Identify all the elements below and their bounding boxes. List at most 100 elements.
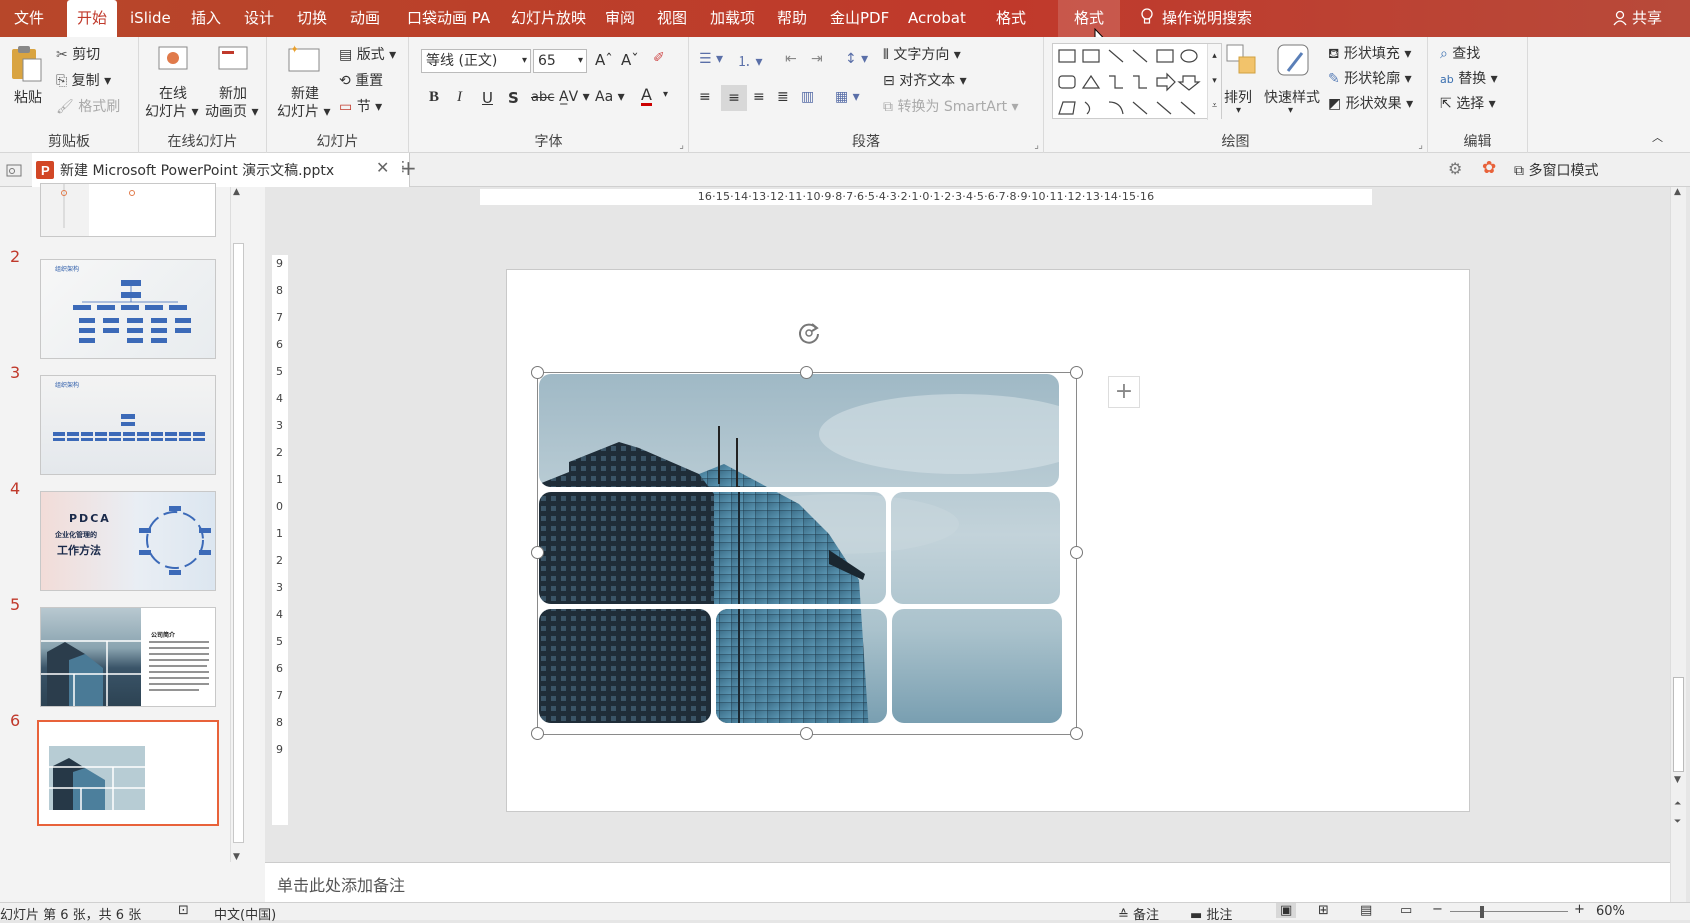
slide-thumbnail-3[interactable]: 组织架构 [40, 375, 216, 475]
menu-view[interactable]: 视图 [651, 0, 693, 37]
bullets-icon[interactable]: ☰ ▾ [699, 51, 723, 67]
resize-handle-l[interactable] [531, 546, 544, 559]
copy-button[interactable]: ⎘ 复制 ▾ [56, 70, 111, 90]
scroll-down-icon[interactable]: ▼ [233, 852, 240, 862]
replace-button[interactable]: ab 替换 ▾ [1440, 68, 1498, 88]
menu-islide[interactable]: iSlide [124, 0, 177, 37]
paste-button[interactable]: 粘贴 [8, 43, 48, 121]
convert-smartart-button[interactable]: ⧉ 转换为 SmartArt ▾ [883, 96, 1019, 116]
resize-handle-tr[interactable] [1070, 366, 1083, 379]
rotate-handle-icon[interactable] [796, 320, 822, 346]
bold-icon[interactable]: B [429, 89, 439, 106]
menu-animations[interactable]: 动画 [344, 0, 386, 37]
notes-placeholder[interactable]: 单击此处添加备注 [277, 872, 405, 896]
text-direction-button[interactable]: ⫴ 文字方向 ▾ [883, 44, 961, 64]
slide-thumbnail-6[interactable] [37, 720, 219, 826]
find-button[interactable]: ⌕ 查找 [1440, 43, 1480, 63]
clear-format-icon[interactable]: ✐ [653, 50, 665, 66]
next-slide-icon[interactable]: ⏷ [1674, 817, 1681, 827]
columns-icon[interactable]: ▦ ▾ [835, 89, 860, 105]
gallery-scroll[interactable]: ▴ ▾ ⩡ [1207, 44, 1221, 120]
shapes-gallery[interactable]: ▴ ▾ ⩡ [1052, 43, 1222, 120]
font-size-select[interactable]: 65 ▾ [533, 49, 587, 73]
line-spacing-icon[interactable]: ↕ ▾ [845, 51, 868, 67]
zoom-in-icon[interactable]: + [1574, 902, 1585, 917]
spellcheck-icon[interactable]: ⊡ [178, 903, 189, 918]
menu-search[interactable]: 操作说明搜索 [1134, 0, 1258, 37]
menu-acrobat[interactable]: Acrobat [902, 0, 972, 37]
chevron-down-icon[interactable]: ▾ [663, 89, 668, 100]
dialog-launcher-icon[interactable]: ⌟ [1034, 140, 1039, 151]
underline-icon[interactable]: U [482, 89, 493, 107]
pin-icon[interactable]: ⚙ [1448, 159, 1462, 178]
decrease-font-icon[interactable]: Aˇ [621, 51, 639, 69]
online-slide-button[interactable]: 在线 幻灯片 ▾ [145, 43, 205, 123]
menu-file[interactable]: 文件 [8, 0, 50, 37]
quick-styles-button[interactable]: 快速样式 ▾ [1262, 43, 1324, 123]
collapse-ribbon-icon[interactable]: ︿ [1652, 129, 1663, 145]
document-tab[interactable]: P 新建 Microsoft PowerPoint 演示文稿.pptx ✕ ⋮ [32, 153, 410, 187]
slide-thumbnail-1[interactable] [40, 183, 216, 237]
format-painter-button[interactable]: 🖌 格式刷 [56, 96, 120, 116]
align-text-button[interactable]: ⊟ 对齐文本 ▾ [883, 70, 967, 90]
menu-design[interactable]: 设计 [238, 0, 280, 37]
italic-icon[interactable]: I [457, 89, 462, 106]
scroll-thumb[interactable] [233, 243, 244, 843]
slide[interactable]: + [506, 269, 1470, 812]
menu-home[interactable]: 开始 [67, 0, 117, 37]
canvas-scroll-thumb[interactable] [1673, 677, 1684, 772]
menu-format-1[interactable]: 格式 [990, 0, 1032, 37]
notes-pane[interactable]: 单击此处添加备注 [265, 862, 1670, 902]
layout-options-button[interactable]: + [1108, 376, 1140, 408]
resize-handle-b[interactable] [800, 727, 813, 740]
zoom-level[interactable]: 60% [1596, 904, 1625, 919]
resize-handle-tl[interactable] [531, 366, 544, 379]
slideshow-icon[interactable]: ▭ [1400, 903, 1412, 918]
increase-font-icon[interactable]: Aˆ [595, 51, 613, 69]
new-tab-icon[interactable]: + [400, 156, 417, 180]
font-color-icon[interactable]: A [641, 87, 652, 106]
resize-handle-r[interactable] [1070, 546, 1083, 559]
menu-slideshow[interactable]: 幻灯片放映 [505, 0, 592, 37]
scroll-up-icon[interactable]: ▲ [1674, 187, 1681, 197]
reading-view-icon[interactable]: ▤ [1360, 903, 1372, 918]
decrease-indent-icon[interactable]: ⇤ [785, 51, 797, 67]
shape-outline-button[interactable]: ✎ 形状轮廓 ▾ [1328, 68, 1412, 88]
resize-handle-t[interactable] [800, 366, 813, 379]
normal-view-icon[interactable]: ▣ [1276, 903, 1297, 918]
menu-review[interactable]: 审阅 [599, 0, 641, 37]
scroll-down-icon[interactable]: ▼ [1674, 775, 1681, 785]
settings-gear-icon[interactable]: ✿ [1482, 158, 1496, 178]
zoom-slider[interactable] [1450, 911, 1568, 912]
align-center-icon[interactable]: ≡ [721, 85, 747, 111]
close-icon[interactable]: ✕ [376, 158, 389, 177]
zoom-slider-thumb[interactable] [1480, 906, 1484, 918]
reset-button[interactable]: ⟲ 重置 [339, 70, 383, 90]
justify-icon[interactable]: ≣ [777, 89, 789, 105]
increase-indent-icon[interactable]: ⇥ [811, 51, 823, 67]
align-left-icon[interactable]: ≡ [699, 89, 711, 105]
font-name-select[interactable]: 等线 (正文) ▾ [421, 49, 531, 73]
distributed-icon[interactable]: ▥ [801, 89, 814, 105]
new-slide-button[interactable]: ✦ 新建 幻灯片 ▾ [275, 43, 335, 123]
arrange-button[interactable]: 排列 ▾ [1222, 43, 1262, 123]
numbering-icon[interactable]: ⒈ ▾ [737, 51, 762, 71]
menu-help[interactable]: 帮助 [771, 0, 813, 37]
share-button[interactable]: 共享 [1606, 0, 1668, 37]
change-case-button[interactable]: Aa ▾ [595, 89, 625, 105]
language[interactable]: 中文(中国) [214, 904, 276, 923]
dialog-launcher-icon[interactable]: ⌟ [679, 140, 684, 151]
menu-addins[interactable]: 加载项 [704, 0, 761, 37]
thumbnail-scrollbar[interactable]: ▲ ▼ [230, 187, 246, 862]
zoom-out-icon[interactable]: − [1432, 902, 1443, 917]
multiwindow-button[interactable]: ⧉ 多窗口模式 [1514, 160, 1598, 180]
notes-toggle[interactable]: ≙ 备注 [1118, 904, 1159, 923]
slide-thumbnail-4[interactable]: PDCA 企业化管理的 工作方法 [40, 491, 216, 591]
prev-slide-icon[interactable]: ⏶ [1674, 799, 1681, 809]
slide-thumbnail-2[interactable]: 组织架构 [40, 259, 216, 359]
menu-format-2[interactable]: 格式 [1058, 0, 1120, 37]
menu-pocket-animation[interactable]: 口袋动画 PA [401, 0, 496, 37]
char-spacing-icon[interactable]: A̲V ▾ [559, 89, 590, 105]
menu-transitions[interactable]: 切换 [291, 0, 333, 37]
shape-effects-button[interactable]: ◩ 形状效果 ▾ [1328, 93, 1413, 113]
